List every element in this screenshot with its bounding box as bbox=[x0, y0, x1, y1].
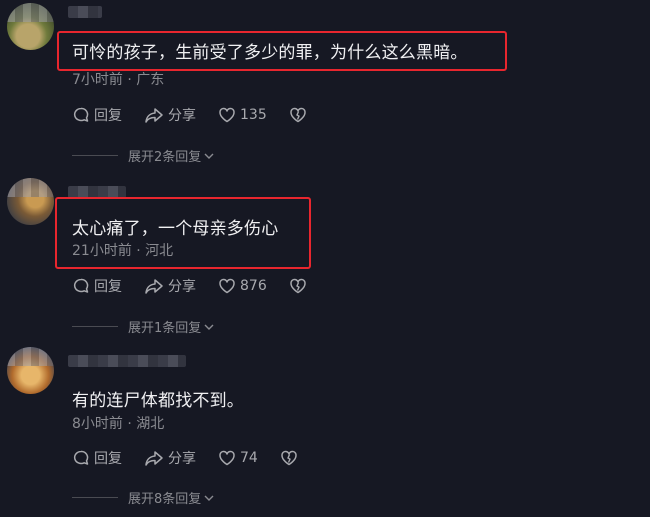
comment-actions: 回复 分享 74 bbox=[72, 446, 302, 470]
dislike-icon bbox=[289, 278, 306, 294]
avatar[interactable] bbox=[7, 3, 54, 50]
share-button[interactable]: 分享 bbox=[144, 105, 196, 125]
divider-line bbox=[72, 497, 118, 498]
heart-icon bbox=[219, 450, 235, 466]
reply-label: 回复 bbox=[94, 279, 122, 295]
heart-icon bbox=[219, 107, 235, 123]
expand-label: 展开1条回复 bbox=[128, 321, 202, 336]
comment-list: 可怜的孩子，生前受了多少的罪，为什么这么黑暗。 7小时前 · 广东 回复 分享 … bbox=[0, 0, 650, 517]
username-redacted[interactable] bbox=[68, 6, 102, 18]
comment-text: 可怜的孩子，生前受了多少的罪，为什么这么黑暗。 bbox=[72, 43, 468, 63]
heart-icon bbox=[219, 278, 235, 294]
share-icon bbox=[145, 108, 163, 123]
share-button[interactable]: 分享 bbox=[144, 448, 196, 468]
divider-line bbox=[72, 155, 118, 156]
expand-replies-button[interactable]: 展开2条回复 bbox=[72, 146, 214, 165]
share-button[interactable]: 分享 bbox=[144, 276, 196, 296]
reply-label: 回复 bbox=[94, 108, 122, 124]
like-button[interactable]: 74 bbox=[218, 449, 258, 467]
comment-icon bbox=[73, 278, 89, 293]
username-redacted[interactable] bbox=[68, 355, 186, 367]
expand-label: 展开8条回复 bbox=[128, 492, 202, 507]
comment-icon bbox=[73, 107, 89, 122]
chevron-down-icon bbox=[204, 324, 214, 330]
expand-replies-button[interactable]: 展开8条回复 bbox=[72, 488, 214, 507]
dislike-button[interactable] bbox=[289, 106, 311, 124]
avatar[interactable] bbox=[7, 347, 54, 394]
dislike-icon bbox=[281, 450, 297, 466]
chevron-down-icon bbox=[204, 495, 214, 501]
comment-meta: 7小时前 · 广东 bbox=[72, 72, 165, 88]
share-label: 分享 bbox=[168, 451, 196, 467]
share-icon bbox=[145, 451, 163, 466]
expand-label: 展开2条回复 bbox=[128, 150, 202, 165]
reply-label: 回复 bbox=[94, 451, 122, 467]
reply-button[interactable]: 回复 bbox=[72, 276, 122, 296]
avatar[interactable] bbox=[7, 178, 54, 225]
dislike-button[interactable] bbox=[289, 277, 311, 295]
reply-button[interactable]: 回复 bbox=[72, 105, 122, 125]
comment-text: 有的连尸体都找不到。 bbox=[72, 391, 244, 411]
share-icon bbox=[145, 279, 163, 294]
like-button[interactable]: 876 bbox=[218, 277, 267, 295]
like-count: 135 bbox=[240, 107, 267, 123]
like-count: 74 bbox=[240, 450, 258, 466]
dislike-button[interactable] bbox=[280, 449, 302, 467]
comment-actions: 回复 分享 876 bbox=[72, 274, 311, 298]
comment-actions: 回复 分享 135 bbox=[72, 103, 311, 127]
expand-replies-button[interactable]: 展开1条回复 bbox=[72, 317, 214, 336]
chevron-down-icon bbox=[204, 153, 214, 159]
divider-line bbox=[72, 326, 118, 327]
comment-meta: 8小时前 · 湖北 bbox=[72, 416, 165, 432]
username-redacted[interactable] bbox=[68, 186, 126, 198]
dislike-icon bbox=[289, 107, 306, 123]
like-count: 876 bbox=[240, 278, 267, 294]
comment-text: 太心痛了，一个母亲多伤心 bbox=[72, 219, 279, 239]
share-label: 分享 bbox=[168, 279, 196, 295]
comment-icon bbox=[73, 450, 89, 465]
reply-button[interactable]: 回复 bbox=[72, 448, 122, 468]
comment-meta: 21小时前 · 河北 bbox=[72, 243, 174, 259]
share-label: 分享 bbox=[168, 108, 196, 124]
like-button[interactable]: 135 bbox=[218, 106, 267, 124]
